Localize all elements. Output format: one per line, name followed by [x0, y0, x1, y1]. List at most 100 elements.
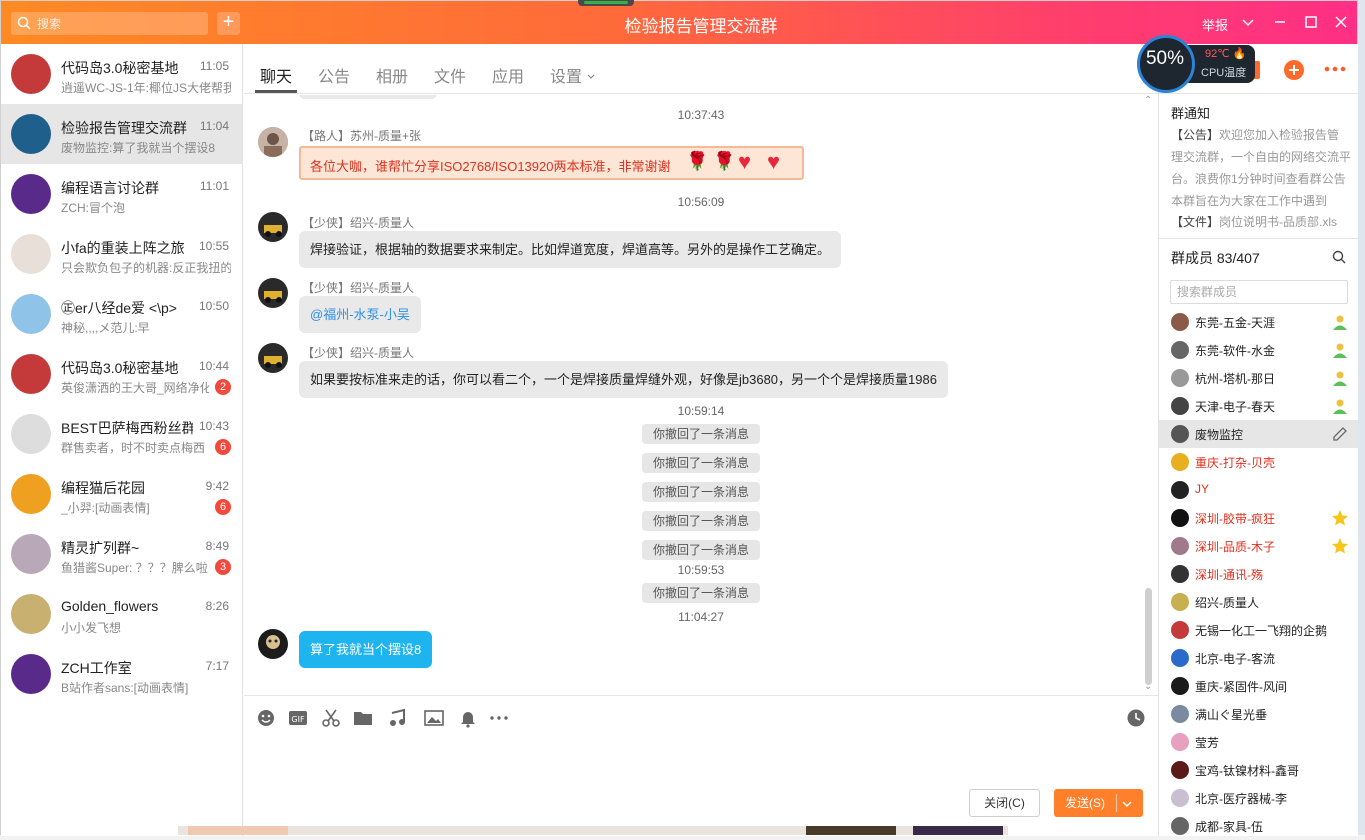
avatar[interactable] — [258, 127, 288, 157]
member-item[interactable]: 重庆-打杂-贝壳 — [1159, 448, 1359, 476]
tab-chat[interactable]: 聊天 — [260, 63, 292, 87]
more-icon[interactable] — [489, 708, 509, 728]
tab-files[interactable]: 文件 — [434, 63, 466, 87]
emoji-icon[interactable] — [256, 708, 276, 728]
edit-icon[interactable] — [1331, 425, 1349, 443]
conversation-item[interactable]: ZCH工作室 7:17 B站作者sans:[动画表情] — [1, 644, 243, 704]
search-input[interactable] — [37, 14, 202, 33]
chevron-down-icon[interactable] — [1121, 798, 1133, 810]
sender-name[interactable]: 【少侠】绍兴-质量人 — [302, 344, 414, 361]
conversation-item[interactable]: 代码岛3.0秘密基地 11:05 逍遥WC-JS-1年:椰位JS大佬帮我 — [1, 44, 243, 104]
conversation-item[interactable]: 精灵扩列群~ 8:49 鱼猎酱Super: ？？？脾么啦 3 — [1, 524, 243, 584]
member-item[interactable]: 东莞-软件-水金 — [1159, 336, 1359, 364]
member-item[interactable]: JY — [1159, 476, 1359, 504]
avatar-image — [258, 212, 288, 242]
message-bubble[interactable]: 各位大咖，谁帮忙分享ISO2768/ISO13920两本标准，非常谢谢 🌹 🌹 … — [299, 146, 804, 180]
conversation-item[interactable]: BEST巴萨梅西粉丝群 10:43 群售卖者，时不时卖点梅西 6 — [1, 404, 243, 464]
member-item[interactable]: 满山ぐ星光垂 — [1159, 700, 1359, 728]
tab-apps[interactable]: 应用 — [492, 63, 524, 87]
conversation-item[interactable]: 代码岛3.0秘密基地 10:44 英俊潇洒的王大哥_网络净化 2 — [1, 344, 243, 404]
send-button[interactable]: 发送(S) — [1054, 789, 1143, 817]
more-options-icon[interactable] — [1324, 64, 1346, 74]
gif-icon[interactable]: GIF — [288, 708, 308, 728]
add-member-icon[interactable] — [1283, 59, 1305, 81]
conversation-item[interactable]: 检验报告管理交流群 11:04 废物监控:算了我就当个摆设8 — [1, 104, 243, 164]
member-item[interactable]: 废物监控 — [1159, 420, 1359, 448]
chat-scrollbar[interactable] — [1145, 588, 1152, 685]
member-item[interactable]: 莹芳 — [1159, 728, 1359, 756]
member-item[interactable]: 重庆-紧固件-风间 — [1159, 672, 1359, 700]
input-toolbar: GIF — [244, 695, 1158, 739]
conversation-item[interactable]: ㊣er八经de爱 <\p> 10:50 神秘,,,,メ范儿:早 — [1, 284, 243, 344]
member-item[interactable]: 深圳-胶带-疯狂 — [1159, 504, 1359, 532]
file-name: 岗位说明书-品质部.xls — [1219, 215, 1338, 229]
svg-text:GIF: GIF — [291, 715, 305, 724]
sender-name[interactable]: 【少侠】绍兴-质量人 — [302, 279, 414, 296]
my-message-bubble[interactable]: 算了我就当个摆设8 — [299, 631, 433, 668]
close-icon[interactable] — [1332, 13, 1350, 31]
music-icon[interactable] — [388, 708, 408, 728]
avatar — [11, 474, 51, 514]
my-avatar[interactable] — [258, 629, 288, 659]
search-box[interactable] — [11, 12, 208, 35]
image-icon[interactable] — [424, 708, 444, 728]
avatar[interactable] — [258, 278, 288, 308]
admin-icon — [1333, 399, 1347, 414]
member-avatar — [1171, 453, 1189, 471]
conversation-item[interactable]: 编程语言讨论群 11:01 ZCH:冒个泡 — [1, 164, 243, 224]
members-count: 群成员 83/407 — [1171, 250, 1260, 266]
notice-file[interactable]: 【文件】岗位说明书-品质部.xls — [1171, 213, 1351, 230]
recall-notice: 你撤回了一条消息 — [642, 424, 760, 444]
window-grip-handle[interactable] — [578, 0, 634, 6]
conversation-item[interactable]: 编程猫后花园 9:42 _小羿:[动画表情] 6 — [1, 464, 243, 524]
member-item[interactable]: 深圳-通讯-殇 — [1159, 560, 1359, 588]
member-search-input[interactable] — [1170, 280, 1348, 304]
report-button[interactable]: 举报 — [1202, 15, 1228, 34]
send-button-label: 发送(S) — [1065, 796, 1105, 810]
tab-announcement[interactable]: 公告 — [318, 63, 350, 87]
close-button[interactable]: 关闭(C) — [969, 789, 1040, 817]
chevron-down-icon[interactable] — [1239, 13, 1257, 31]
conversation-preview: 废物监控:算了我就当个摆设8 — [61, 141, 216, 155]
member-item[interactable]: 东莞-五金-天涯 — [1159, 308, 1359, 336]
member-item[interactable]: 天津-电子-春天 — [1159, 392, 1359, 420]
message-bubble[interactable]: 焊接验证，根据轴的数据要求来制定。比如焊道宽度，焊道高等。另外的是操作工艺确定。 — [299, 231, 842, 268]
bell-icon[interactable] — [458, 708, 478, 728]
search-icon[interactable] — [1332, 250, 1346, 264]
recall-notice: 你撤回了一条消息 — [642, 482, 760, 502]
scissors-icon[interactable] — [321, 708, 341, 728]
folder-icon[interactable] — [353, 708, 373, 728]
member-item[interactable]: 北京-电子-客流 — [1159, 644, 1359, 672]
recall-notice: 你撤回了一条消息 — [642, 583, 760, 603]
message-area[interactable]: ⌃ 10:37:43 【路人】苏州-质量+张 各位大咖，谁帮忙分享ISO2768… — [244, 95, 1158, 695]
sender-name[interactable]: 【路人】苏州-质量+张 — [302, 127, 421, 144]
avatar[interactable] — [258, 212, 288, 242]
member-item[interactable]: 北京-医疗器械-李 — [1159, 784, 1359, 812]
maximize-icon[interactable] — [1302, 13, 1320, 31]
member-item[interactable]: 成都-家具-伍 — [1159, 812, 1359, 840]
notice-body[interactable]: 【公告】欢迎您加入检验报告管理交流群，一个自由的网络交流平台。浪费你1分钟时间查… — [1171, 124, 1351, 212]
member-name: 莹芳 — [1195, 736, 1220, 750]
member-item[interactable]: 宝鸡-钛镍材料-鑫哥 — [1159, 756, 1359, 784]
minimize-icon[interactable] — [1271, 13, 1289, 31]
member-item[interactable]: 深圳-品质-木子 — [1159, 532, 1359, 560]
sender-name[interactable]: 【少侠】绍兴-质量人 — [302, 214, 414, 231]
conversation-item[interactable]: Golden_flowers 8:26 小小发飞想 — [1, 584, 243, 644]
conversation-time: 9:42 — [205, 479, 229, 493]
history-clock-icon[interactable] — [1126, 708, 1146, 728]
member-item[interactable]: 无锡一化工一飞翔的企鹅 — [1159, 616, 1359, 644]
conversation-item[interactable]: 小fa的重装上阵之旅 10:55 只会欺负包子的机器:反正我扭的 — [1, 224, 243, 284]
tab-album[interactable]: 相册 — [376, 63, 408, 87]
member-item[interactable]: 杭州-塔机-那日 — [1159, 364, 1359, 392]
scroll-down-icon[interactable]: ⌄ — [1144, 681, 1152, 692]
avatar[interactable] — [258, 343, 288, 373]
message-input[interactable] — [244, 740, 1158, 784]
add-button[interactable]: + — [217, 12, 240, 35]
tab-settings[interactable]: 设置 — [550, 63, 596, 87]
window-title: 检验报告管理交流群 — [624, 17, 778, 36]
cpu-monitor-widget[interactable]: 50% 92℃ 🔥 CPU温度 — [1137, 35, 1255, 93]
member-item[interactable]: 绍兴-质量人 — [1159, 588, 1359, 616]
mention-bubble[interactable]: @福州-水泵-小吴 — [299, 296, 421, 333]
message-bubble[interactable]: 如果要按标准来走的话，你可以看二个，一个是焊接质量焊缝外观，好像是jb3680，… — [299, 361, 948, 398]
scroll-up-icon[interactable]: ⌃ — [1144, 95, 1152, 106]
